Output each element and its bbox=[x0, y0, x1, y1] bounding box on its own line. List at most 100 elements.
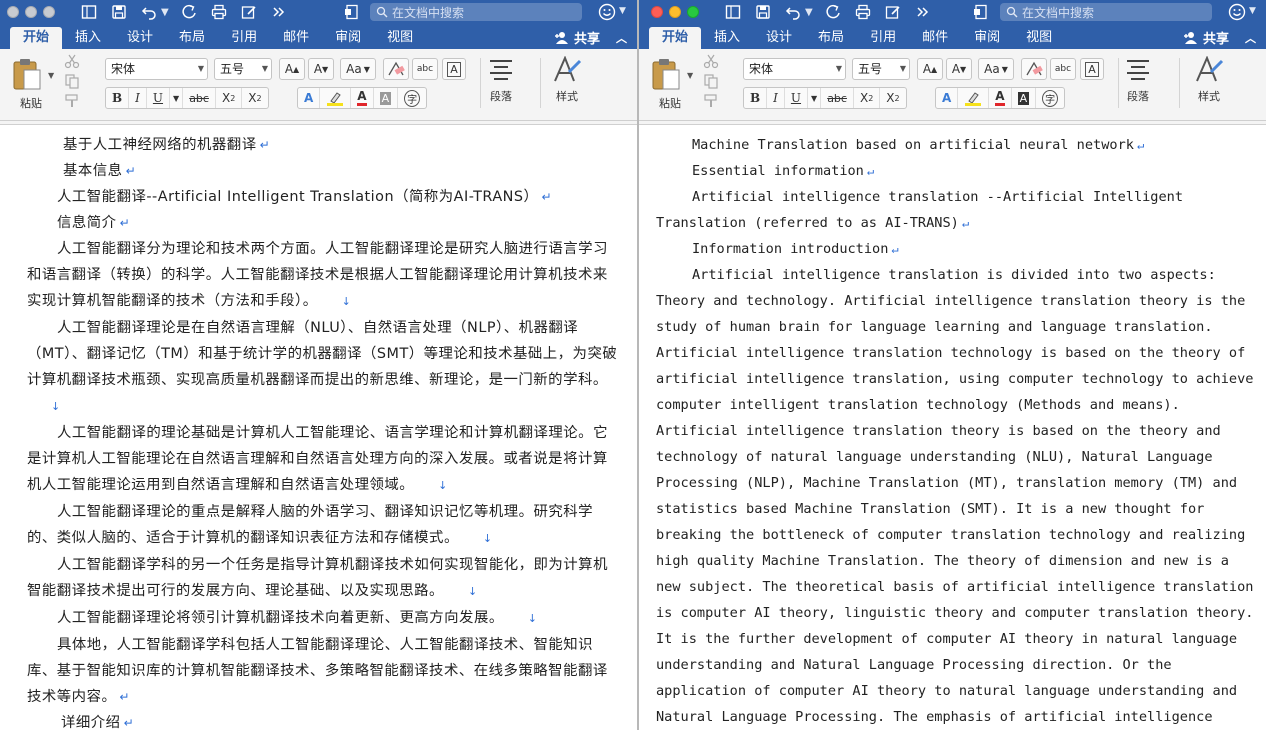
undo-dropdown-icon[interactable]: ▼ bbox=[805, 7, 813, 18]
horizontal-ruler[interactable] bbox=[0, 121, 637, 125]
save-icon[interactable] bbox=[109, 3, 129, 21]
cut-icon[interactable] bbox=[703, 53, 719, 69]
highlight-button[interactable] bbox=[958, 88, 990, 108]
paragraph-button[interactable]: 段落 bbox=[486, 56, 516, 104]
zoom-window-button[interactable] bbox=[687, 6, 699, 18]
document-paragraph[interactable]: 人工智能翻译理论的重点是解释人脑的外语学习、翻译知识记忆等机理。研究科学的、类似… bbox=[27, 499, 621, 552]
edit-document-icon[interactable] bbox=[883, 3, 903, 21]
underline-dropdown-icon[interactable]: ▼ bbox=[170, 88, 184, 108]
clear-formatting-button[interactable] bbox=[383, 58, 409, 80]
font-size-select[interactable]: 五号 ▼ bbox=[214, 58, 272, 80]
character-shading-button[interactable]: A bbox=[1012, 88, 1037, 108]
tab-view[interactable]: 视图 bbox=[374, 27, 426, 49]
text-effects-button[interactable]: A bbox=[936, 88, 959, 108]
tab-layout[interactable]: 布局 bbox=[166, 27, 218, 49]
zoom-window-button[interactable] bbox=[43, 6, 55, 18]
tab-insert[interactable]: 插入 bbox=[62, 27, 114, 49]
tab-design[interactable]: 设计 bbox=[114, 27, 166, 49]
more-commands-icon[interactable] bbox=[913, 3, 933, 21]
enclose-characters-button[interactable]: 字 bbox=[398, 88, 426, 108]
grow-font-button[interactable]: A ▲ bbox=[279, 58, 305, 80]
close-window-button[interactable] bbox=[7, 6, 19, 18]
document-paragraph[interactable]: Information introduction ↵ bbox=[656, 236, 1256, 262]
cut-icon[interactable] bbox=[64, 53, 80, 69]
redo-icon[interactable] bbox=[179, 3, 199, 21]
change-case-button[interactable]: Aa ▼ bbox=[978, 58, 1014, 80]
tab-references[interactable]: 引用 bbox=[218, 27, 270, 49]
italic-button[interactable]: I bbox=[767, 88, 785, 108]
font-name-select[interactable]: 宋体 ▼ bbox=[743, 58, 846, 80]
undo-icon[interactable] bbox=[783, 3, 803, 21]
search-input[interactable]: 在文档中搜索 bbox=[370, 3, 582, 21]
document-paragraph[interactable]: 人工智能翻译--Artificial Intelligent Translati… bbox=[27, 184, 621, 210]
shrink-font-button[interactable]: A ▼ bbox=[308, 58, 334, 80]
tab-review[interactable]: 审阅 bbox=[961, 27, 1013, 49]
tab-home[interactable]: 开始 bbox=[10, 27, 63, 49]
document-paragraph[interactable]: 基本信息 ↵ bbox=[27, 158, 621, 184]
document-paragraph[interactable]: 人工智能翻译理论将领引计算机翻译技术向着更新、更高方向发展。 ↓ bbox=[27, 605, 621, 632]
feedback-smiley-icon[interactable] bbox=[1228, 3, 1246, 21]
tab-layout[interactable]: 布局 bbox=[805, 27, 857, 49]
clear-formatting-button[interactable] bbox=[1021, 58, 1047, 80]
paste-button[interactable]: ▼ 粘贴 bbox=[8, 55, 68, 117]
document-paragraph[interactable]: 基于人工神经网络的机器翻译 ↵ bbox=[27, 132, 621, 158]
sidebar-toggle-icon[interactable] bbox=[79, 3, 99, 21]
document-paragraph[interactable]: 人工智能翻译的理论基础是计算机人工智能理论、语言学理论和计算机翻译理论。它是计算… bbox=[27, 420, 621, 499]
font-size-select[interactable]: 五号 ▼ bbox=[852, 58, 910, 80]
minimize-window-button[interactable] bbox=[669, 6, 681, 18]
save-icon[interactable] bbox=[753, 3, 773, 21]
document-paragraph[interactable]: Artificial intelligence translation is d… bbox=[656, 262, 1256, 730]
shrink-font-button[interactable]: A ▼ bbox=[946, 58, 972, 80]
format-painter-icon[interactable] bbox=[64, 93, 80, 109]
underline-dropdown-icon[interactable]: ▼ bbox=[808, 88, 822, 108]
undo-dropdown-icon[interactable]: ▼ bbox=[161, 7, 169, 18]
edit-document-icon[interactable] bbox=[239, 3, 259, 21]
italic-button[interactable]: I bbox=[129, 88, 147, 108]
collapse-ribbon-icon[interactable]: ︿ bbox=[1245, 30, 1256, 46]
tab-mailings[interactable]: 邮件 bbox=[270, 27, 322, 49]
phonetic-guide-button[interactable]: abc bbox=[412, 58, 438, 80]
sidebar-toggle-icon[interactable] bbox=[723, 3, 743, 21]
character-border-button[interactable]: A bbox=[1080, 58, 1104, 80]
bold-button[interactable]: B bbox=[744, 88, 768, 108]
styles-button[interactable]: 样式 bbox=[1194, 56, 1224, 104]
document-paragraph[interactable]: 详细介绍 ↵ bbox=[27, 710, 621, 730]
paragraph-button[interactable]: 段落 bbox=[1123, 56, 1153, 104]
character-shading-button[interactable]: A bbox=[374, 88, 399, 108]
minimize-window-button[interactable] bbox=[25, 6, 37, 18]
feedback-dropdown-icon[interactable]: ▼ bbox=[1249, 6, 1256, 16]
paste-dropdown-icon[interactable]: ▼ bbox=[687, 71, 696, 80]
tab-references[interactable]: 引用 bbox=[857, 27, 909, 49]
document-body[interactable]: Machine Translation based on artificial … bbox=[639, 126, 1266, 730]
close-window-button[interactable] bbox=[651, 6, 663, 18]
superscript-button[interactable]: X2 bbox=[242, 88, 267, 108]
undo-icon[interactable] bbox=[139, 3, 159, 21]
print-icon[interactable] bbox=[853, 3, 873, 21]
enclose-characters-button[interactable]: 字 bbox=[1036, 88, 1064, 108]
document-body[interactable]: 基于人工神经网络的机器翻译 ↵ 基本信息 ↵ 人工智能翻译--Artificial In… bbox=[0, 126, 637, 730]
tab-mailings[interactable]: 邮件 bbox=[909, 27, 961, 49]
strikethrough-button[interactable]: abc bbox=[821, 88, 854, 108]
subscript-button[interactable]: X2 bbox=[854, 88, 881, 108]
document-paragraph[interactable]: Essential information ↵ bbox=[656, 158, 1256, 184]
styles-button[interactable]: 样式 bbox=[552, 56, 582, 104]
tab-insert[interactable]: 插入 bbox=[701, 27, 753, 49]
tab-home[interactable]: 开始 bbox=[649, 27, 702, 49]
text-effects-button[interactable]: A bbox=[298, 88, 321, 108]
document-paragraph[interactable]: 具体地，人工智能翻译学科包括人工智能翻译理论、人工智能翻译技术、智能知识库、基于… bbox=[27, 632, 621, 710]
subscript-button[interactable]: X2 bbox=[216, 88, 243, 108]
share-button[interactable]: 共享 ︿ bbox=[1183, 28, 1256, 47]
superscript-button[interactable]: X2 bbox=[880, 88, 905, 108]
search-input[interactable]: 在文档中搜索 bbox=[1000, 3, 1212, 21]
document-paragraph[interactable]: 人工智能翻译理论是在自然语言理解（NLU）、自然语言处理（NLP）、机器翻译（M… bbox=[27, 315, 621, 420]
collapse-ribbon-icon[interactable]: ︿ bbox=[616, 30, 627, 46]
bold-button[interactable]: B bbox=[106, 88, 130, 108]
font-name-select[interactable]: 宋体 ▼ bbox=[105, 58, 208, 80]
strikethrough-button[interactable]: abc bbox=[183, 88, 216, 108]
paste-dropdown-icon[interactable]: ▼ bbox=[48, 71, 57, 80]
document-paragraph[interactable]: Artificial intelligence translation --Ar… bbox=[656, 184, 1256, 236]
font-color-button[interactable]: A bbox=[351, 88, 374, 108]
horizontal-ruler[interactable] bbox=[639, 121, 1266, 125]
copy-icon[interactable] bbox=[64, 73, 80, 89]
underline-button[interactable]: U bbox=[147, 88, 171, 108]
